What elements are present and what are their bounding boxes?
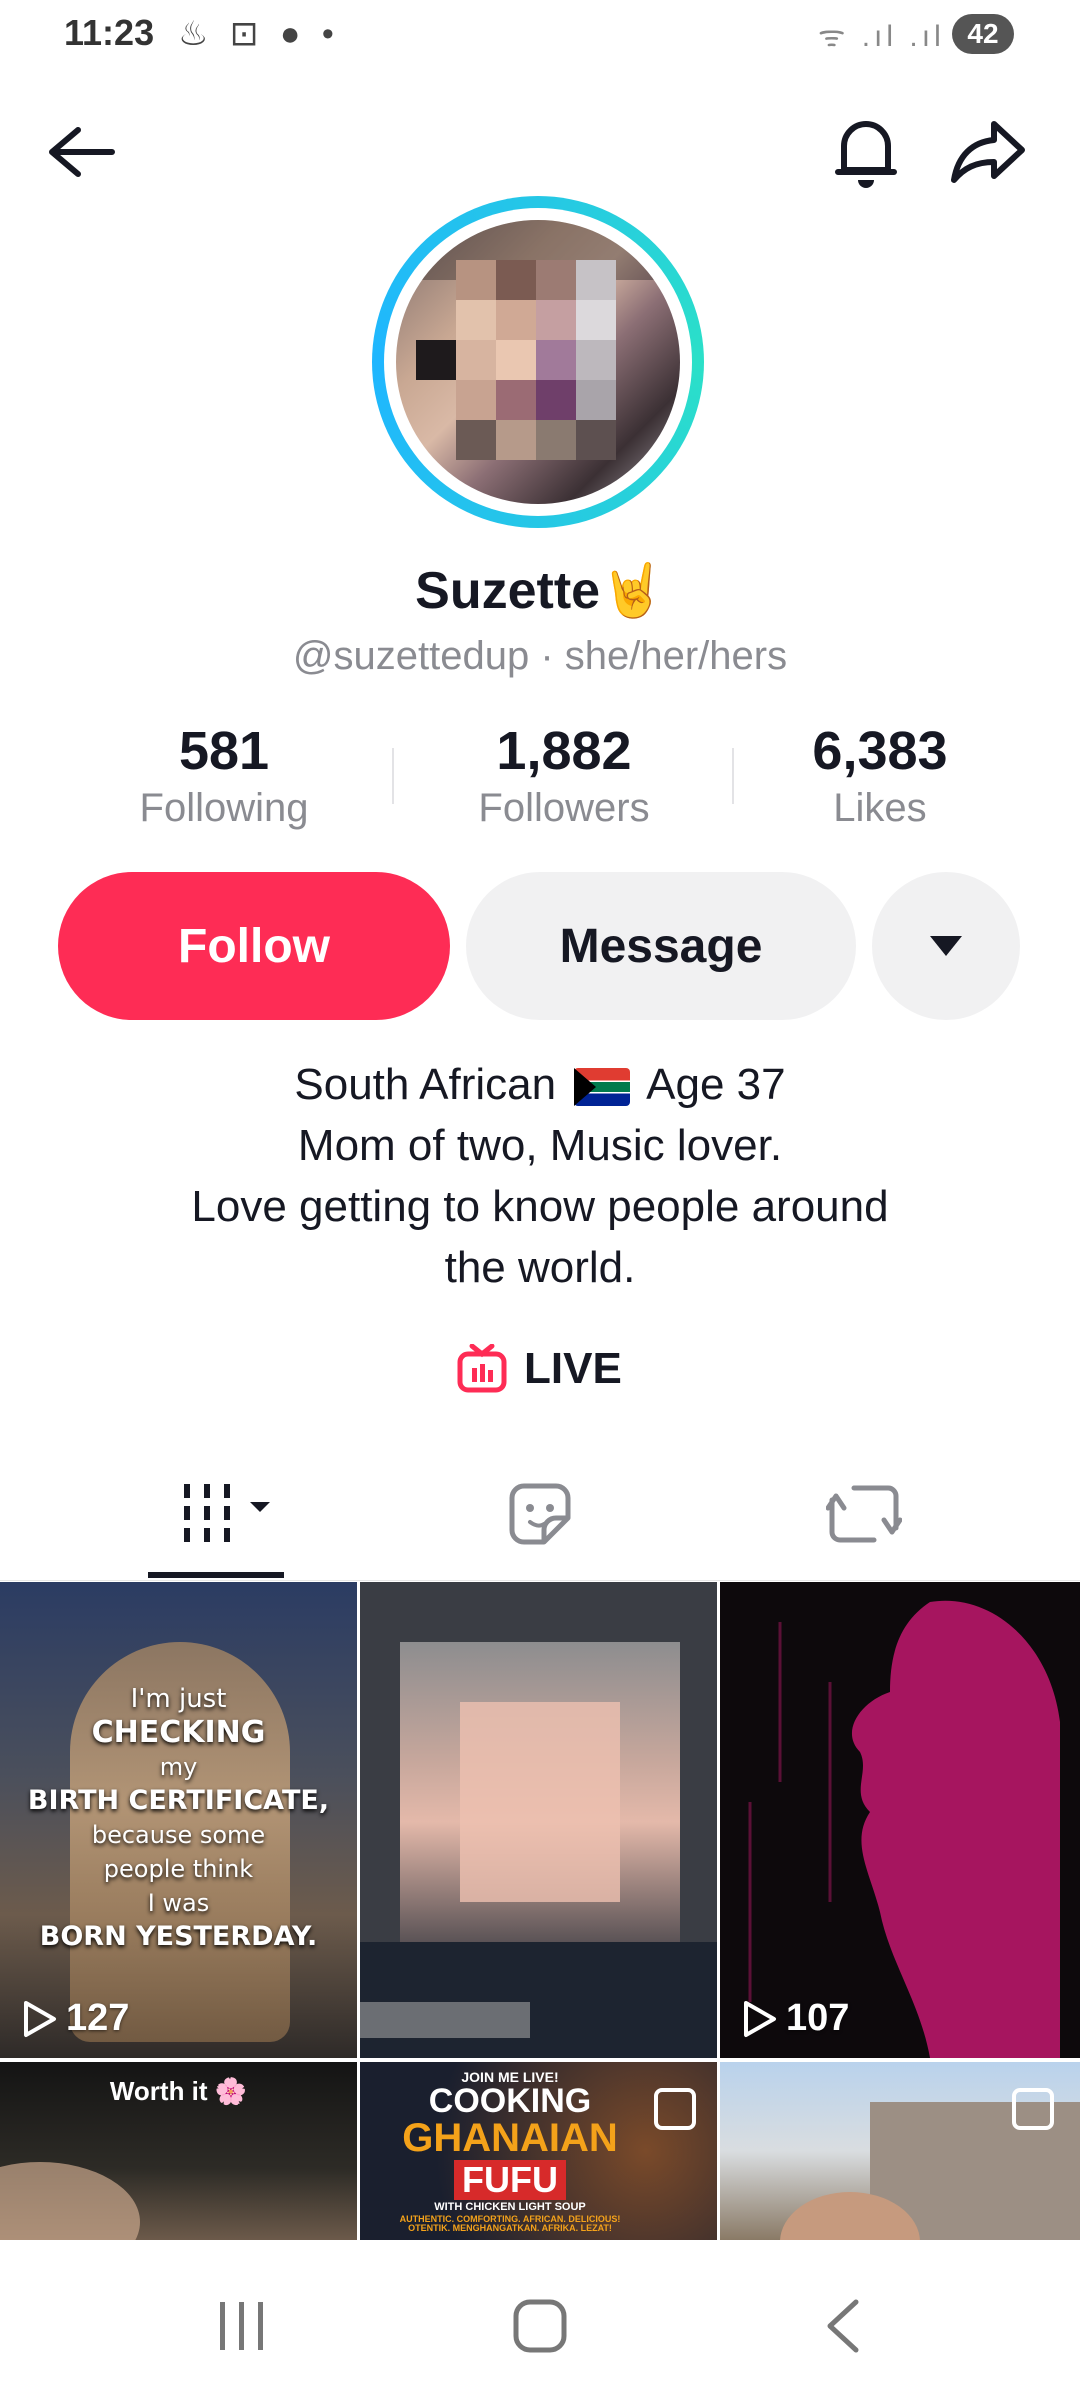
stat-likes-label: Likes [833, 786, 927, 830]
system-navigation-bar [0, 2240, 1080, 2408]
stat-followers[interactable]: 1,882 Followers [414, 720, 714, 831]
system-back-button[interactable] [820, 2298, 868, 2359]
view-count: 127 [22, 1997, 129, 2040]
stat-likes[interactable]: 6,383 Likes [730, 720, 1030, 831]
chevron-left-icon [827, 2299, 859, 2353]
view-count-value: 127 [66, 1997, 130, 2039]
overlay-text: because some [91, 1821, 266, 1849]
play-icon [24, 2000, 56, 2037]
overlay-text: BIRTH CERTIFICATE, [27, 1785, 330, 1816]
bio: South African Age 37 Mom of two, Music l… [0, 1054, 1080, 1298]
stat-likes-value: 6,383 [812, 721, 948, 781]
follow-button[interactable]: Follow [58, 872, 450, 1020]
back-arrow-icon[interactable] [40, 112, 120, 192]
live-tv-icon [457, 1344, 507, 1393]
overlay-text: OTENTIK. MENGHANGATKAN. AFRIKA. LEZAT! [408, 2223, 612, 2233]
status-notification-icons: ♨ ⊡ ● • [178, 15, 340, 53]
display-name-text: Suzette [415, 562, 601, 620]
overlay-text: GHANAIAN [402, 2116, 618, 2160]
battery-indicator: 42 [952, 14, 1014, 54]
live-link[interactable]: LIVE [456, 1344, 622, 1394]
signal-icon: ᯤ .ıl .ıl [818, 20, 945, 53]
overlay-text: FUFU [454, 2160, 566, 2200]
share-icon[interactable] [948, 112, 1028, 192]
tab-reposts[interactable] [825, 1478, 903, 1555]
status-bar: 11:23 ♨ ⊡ ● • ᯤ .ıl .ıl 42 [0, 0, 1080, 72]
video-thumbnail[interactable]: JOIN ME LIVE! COOKING GHANAIAN FUFU WITH… [360, 2062, 717, 2240]
caret-down-icon [930, 936, 962, 956]
stat-following[interactable]: 581 Following [74, 720, 374, 831]
overlay-text: CHECKING [91, 1715, 266, 1750]
bio-line-1a: South African [294, 1060, 557, 1109]
status-time: 11:23 [64, 12, 155, 53]
recent-apps-button[interactable] [214, 2298, 270, 2359]
video-thumbnail[interactable] [720, 2062, 1080, 2240]
avatar[interactable] [396, 220, 680, 504]
stat-followers-value: 1,882 [496, 721, 632, 781]
bio-line-3: Love getting to know people around [191, 1182, 889, 1231]
content-tabs [0, 1460, 1080, 1581]
tab-stickers[interactable] [504, 1478, 576, 1555]
recent-apps-icon [220, 2302, 263, 2350]
view-count: 107 [742, 1997, 849, 2040]
bio-line-1b: Age 37 [646, 1060, 786, 1109]
stat-following-value: 581 [178, 721, 270, 781]
active-tab-indicator [148, 1572, 284, 1578]
message-button[interactable]: Message [466, 872, 856, 1020]
display-name: Suzette🤘 [0, 560, 1080, 621]
tab-videos[interactable] [180, 1480, 276, 1555]
view-count-value: 107 [786, 1997, 850, 2039]
repost-icon [825, 1485, 903, 1543]
bio-line-2: Mom of two, Music lover. [297, 1121, 783, 1170]
overlay-text: my [159, 1753, 198, 1781]
silhouette-image [748, 1600, 1060, 2058]
video-thumbnail[interactable]: I'm just CHECKING my BIRTH CERTIFICATE, … [0, 1582, 357, 2058]
overlay-text: WITH CHICKEN LIGHT SOUP [434, 2201, 586, 2213]
home-icon [513, 2299, 567, 2353]
multi-photo-icon [654, 2088, 696, 2130]
sticker-icon [509, 1483, 571, 1545]
play-icon [744, 2000, 776, 2037]
overlay-text: people think [103, 1855, 254, 1883]
stat-divider [392, 748, 394, 804]
stat-followers-label: Followers [478, 786, 650, 830]
live-label: LIVE [524, 1344, 622, 1393]
overlay-text: I'm just [130, 1684, 227, 1714]
overlay-text: Worth it 🌸 [109, 2076, 248, 2106]
grid-videos-icon [184, 1484, 270, 1542]
video-thumbnail[interactable] [360, 1582, 717, 2058]
rock-hand-emoji: 🤘 [600, 562, 665, 620]
south-africa-flag-icon [574, 1068, 631, 1107]
stat-following-label: Following [139, 786, 309, 830]
home-button[interactable] [512, 2298, 568, 2359]
video-thumbnail[interactable]: Worth it 🌸 [0, 2062, 357, 2240]
username-pronouns: @suzettedup · she/her/hers [292, 634, 788, 678]
overlay-text: I was [147, 1889, 210, 1917]
video-thumbnail[interactable]: 107 [720, 1582, 1080, 2058]
more-options-button[interactable] [872, 872, 1020, 1020]
overlay-text: COOKING [428, 2082, 592, 2120]
overlay-text: BORN YESTERDAY. [39, 1921, 318, 1952]
bio-line-4: the world. [444, 1243, 636, 1292]
bell-icon[interactable] [826, 112, 906, 192]
multi-photo-icon [1012, 2088, 1054, 2130]
